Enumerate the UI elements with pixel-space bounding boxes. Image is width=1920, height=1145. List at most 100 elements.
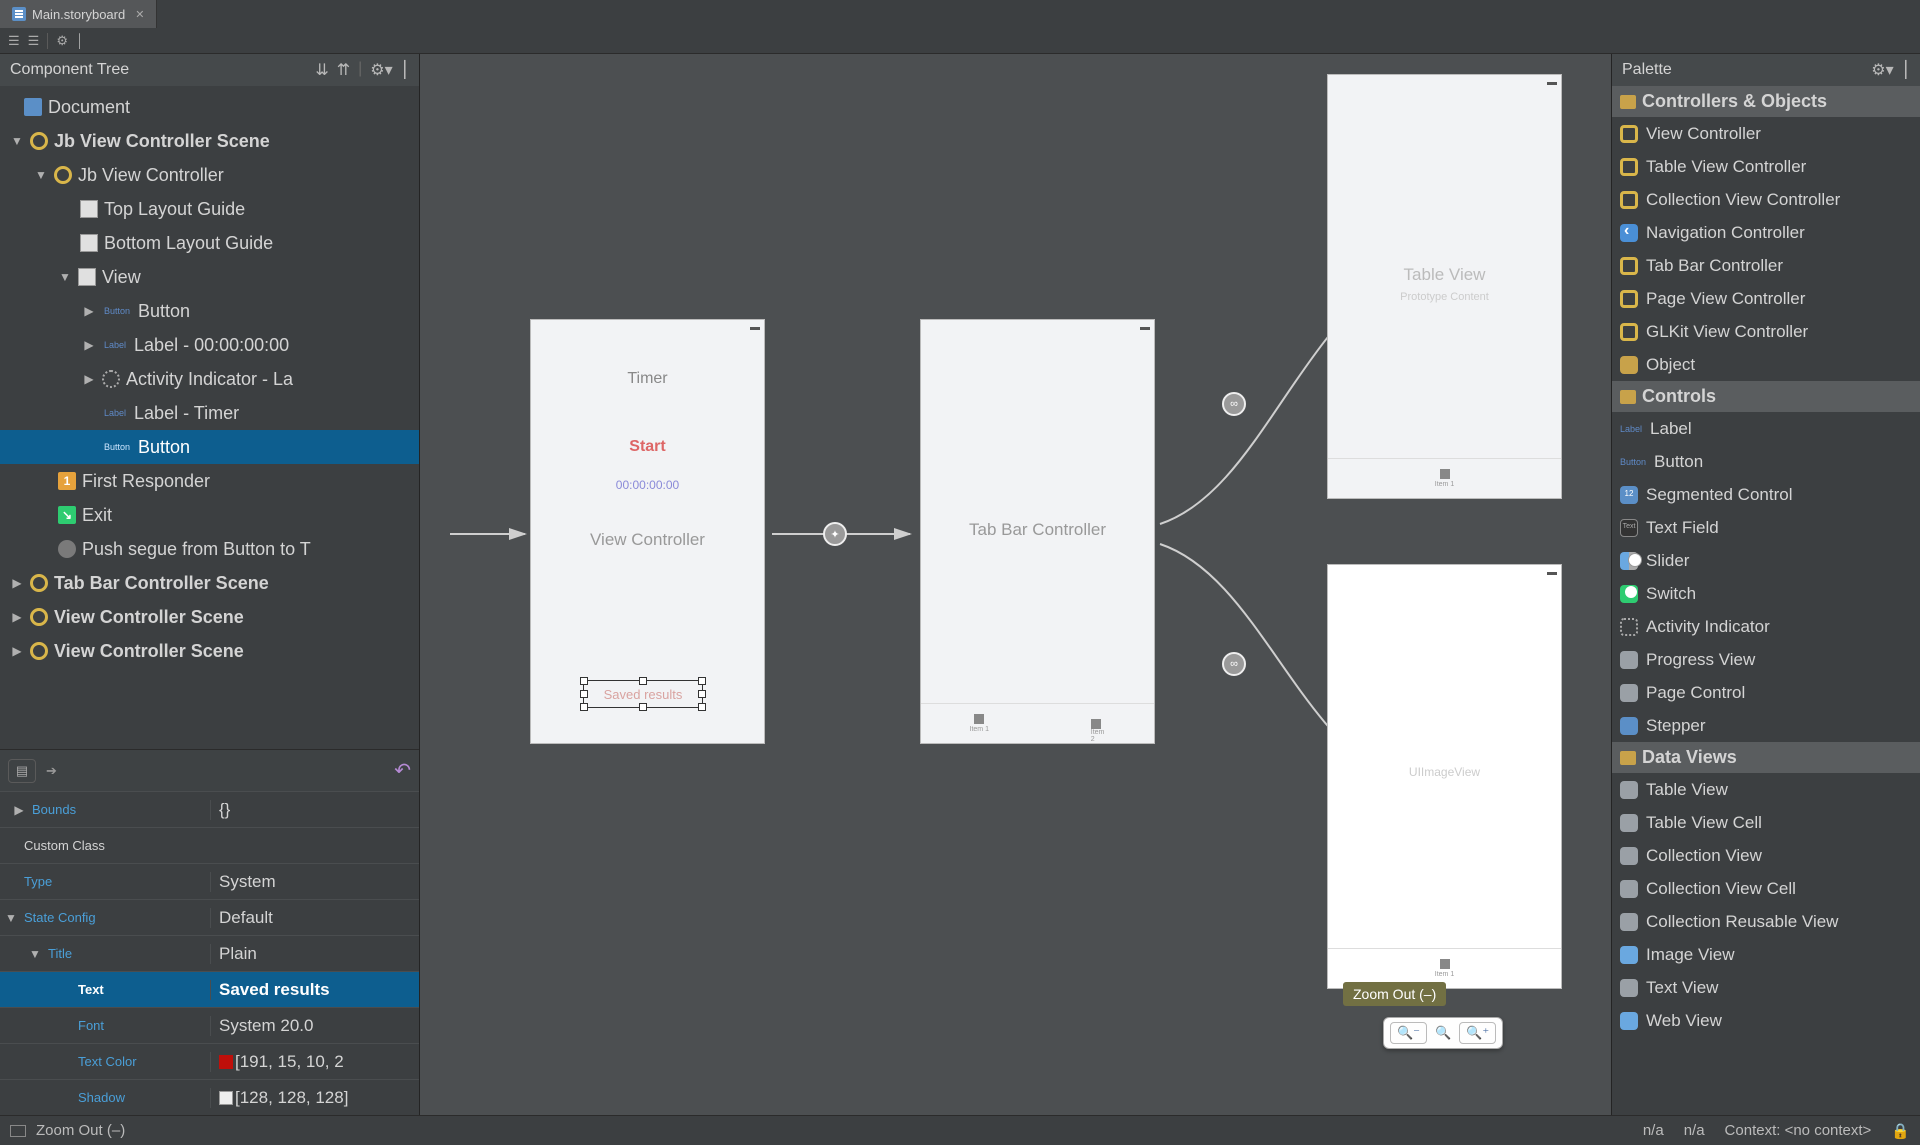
palette-item[interactable]: Page View Controller <box>1612 282 1920 315</box>
tree-activity[interactable]: ▶Activity Indicator - La <box>0 362 419 396</box>
align-icon[interactable]: ☰ <box>8 33 20 49</box>
prop-text-selected[interactable]: TextSaved results <box>0 971 419 1007</box>
spinner-icon <box>1620 618 1638 636</box>
image-icon <box>1620 946 1638 964</box>
tree-jb-vc[interactable]: ▼Jb View Controller <box>0 158 419 192</box>
palette-item[interactable]: Web View <box>1612 1004 1920 1037</box>
palette-item[interactable]: Text View <box>1612 971 1920 1004</box>
tree-button-selected[interactable]: ButtonButton <box>0 430 419 464</box>
tree-scene-vc2[interactable]: ▶View Controller Scene <box>0 634 419 668</box>
close-tab-icon[interactable]: ✕ <box>135 8 144 21</box>
switch-icon <box>1620 585 1638 603</box>
palette-item[interactable]: Collection View Cell <box>1612 872 1920 905</box>
tree-button1[interactable]: ▶ButtonButton <box>0 294 419 328</box>
segue-node-1[interactable]: ✦ <box>823 522 847 546</box>
splitter-icon[interactable]: │ <box>76 33 84 48</box>
palette-item[interactable]: Table View <box>1612 773 1920 806</box>
palette-item[interactable]: Table View Cell <box>1612 806 1920 839</box>
palette-item[interactable]: Switch <box>1612 577 1920 610</box>
zoom-controls: 🔍⁻ 🔍 🔍⁺ <box>1383 1017 1503 1049</box>
undo-icon[interactable]: ↶ <box>394 758 411 783</box>
zoom-fit-button[interactable]: 🔍 <box>1435 1025 1451 1041</box>
segue-node-3[interactable]: ∞ <box>1222 652 1246 676</box>
scene-icon <box>30 642 48 660</box>
component-tree[interactable]: Document ▼Jb View Controller Scene ▼Jb V… <box>0 86 419 749</box>
forward-icon[interactable]: ➔ <box>46 763 57 779</box>
label-time: 00:00:00:00 <box>531 478 764 492</box>
palette-item[interactable]: Activity Indicator <box>1612 610 1920 643</box>
palette-item[interactable]: GLKit View Controller <box>1612 315 1920 348</box>
selection-button[interactable]: Saved results <box>583 680 703 708</box>
palette-section-controllers[interactable]: Controllers & Objects <box>1612 86 1920 117</box>
tree-scene-jb[interactable]: ▼Jb View Controller Scene <box>0 124 419 158</box>
status-context: Context: <no context> <box>1725 1122 1872 1140</box>
shadow-color-swatch[interactable] <box>219 1091 233 1105</box>
lock-icon[interactable]: 🔒 <box>1891 1122 1910 1140</box>
button-start[interactable]: Start <box>531 438 764 456</box>
palette-item[interactable]: Collection View <box>1612 839 1920 872</box>
palette-list-controllers: View Controller Table View Controller Co… <box>1612 117 1920 381</box>
palette-item[interactable]: TextText Field <box>1612 511 1920 544</box>
palette-item[interactable]: Image View <box>1612 938 1920 971</box>
zoom-in-button[interactable]: 🔍⁺ <box>1459 1022 1496 1044</box>
slider-icon <box>1620 552 1638 570</box>
align-icon-2[interactable]: ☰ <box>28 33 40 49</box>
palette-item[interactable]: Collection Reusable View <box>1612 905 1920 938</box>
inspector-icon[interactable]: ▤ <box>8 759 36 783</box>
stepper-icon <box>1620 717 1638 735</box>
tree-first-responder[interactable]: 1First Responder <box>0 464 419 498</box>
scene-icon <box>30 574 48 592</box>
palette-item[interactable]: Tab Bar Controller <box>1612 249 1920 282</box>
tree-top-guide[interactable]: Top Layout Guide <box>0 192 419 226</box>
tree-exit[interactable]: ↘Exit <box>0 498 419 532</box>
palette-item[interactable]: Progress View <box>1612 643 1920 676</box>
collapse-icon[interactable]: ⇈ <box>337 60 350 80</box>
palette-item[interactable]: ButtonButton <box>1612 445 1920 478</box>
pin-icon[interactable]: ⎮ <box>1902 60 1910 80</box>
tree-doc[interactable]: Document <box>0 90 419 124</box>
component-tree-header: Component Tree ⇊ ⇈ | ⚙▾ ⎮ <box>0 54 419 86</box>
palette-section-controls[interactable]: Controls <box>1612 381 1920 412</box>
palette-section-dataviews[interactable]: Data Views <box>1612 742 1920 773</box>
tree-label-timer[interactable]: LabelLabel - Timer <box>0 396 419 430</box>
scene-tabbar-controller[interactable]: ▬ Tab Bar Controller Item 1 Item 2 <box>920 319 1155 744</box>
expand-icon[interactable]: ⇊ <box>315 60 328 80</box>
palette-item[interactable]: Table View Controller <box>1612 150 1920 183</box>
scene-view-controller[interactable]: ▬ Timer Start 00:00:00:00 View Controlle… <box>530 319 765 744</box>
palette-list-dataviews: Table View Table View Cell Collection Vi… <box>1612 773 1920 1037</box>
web-icon <box>1620 1012 1638 1030</box>
tree-scene-tabbar[interactable]: ▶Tab Bar Controller Scene <box>0 566 419 600</box>
folder-icon <box>1620 95 1636 109</box>
scene-table-view[interactable]: ▬ Table View Prototype Content Item 1 <box>1327 74 1562 499</box>
label-timer: Timer <box>531 370 764 388</box>
gear-icon[interactable]: ⚙ <box>56 33 68 49</box>
tree-segue[interactable]: Push segue from Button to T <box>0 532 419 566</box>
palette-item[interactable]: Page Control <box>1612 676 1920 709</box>
tree-scene-vc1[interactable]: ▶View Controller Scene <box>0 600 419 634</box>
pin-icon[interactable]: ⎮ <box>401 60 409 80</box>
palette-item[interactable]: Navigation Controller <box>1612 216 1920 249</box>
file-tab[interactable]: Main.storyboard ✕ <box>0 0 157 28</box>
segue-node-2[interactable]: ∞ <box>1222 392 1246 416</box>
status-na1: n/a <box>1643 1122 1664 1140</box>
gear-icon[interactable]: ⚙▾ <box>1871 60 1893 80</box>
text-color-swatch[interactable] <box>219 1055 233 1069</box>
palette-item[interactable]: Object <box>1612 348 1920 381</box>
spinner-icon <box>102 370 120 388</box>
scene-image-view[interactable]: ▬ UIImageView Item 1 <box>1327 564 1562 989</box>
storyboard-canvas[interactable]: ▬ Timer Start 00:00:00:00 View Controlle… <box>420 54 1611 1115</box>
palette-item[interactable]: View Controller <box>1612 117 1920 150</box>
palette-item[interactable]: Stepper <box>1612 709 1920 742</box>
storyboard-file-icon <box>12 7 26 21</box>
tree-view[interactable]: ▼View <box>0 260 419 294</box>
palette-item[interactable]: Collection View Controller <box>1612 183 1920 216</box>
palette-item[interactable]: Slider <box>1612 544 1920 577</box>
gear-icon[interactable]: ⚙▾ <box>370 60 392 80</box>
palette-item[interactable]: LabelLabel <box>1612 412 1920 445</box>
guide-icon <box>80 200 98 218</box>
guide-icon <box>80 234 98 252</box>
zoom-out-button[interactable]: 🔍⁻ <box>1390 1022 1427 1044</box>
tree-bottom-guide[interactable]: Bottom Layout Guide <box>0 226 419 260</box>
tree-label1[interactable]: ▶LabelLabel - 00:00:00:00 <box>0 328 419 362</box>
palette-item[interactable]: 12Segmented Control <box>1612 478 1920 511</box>
